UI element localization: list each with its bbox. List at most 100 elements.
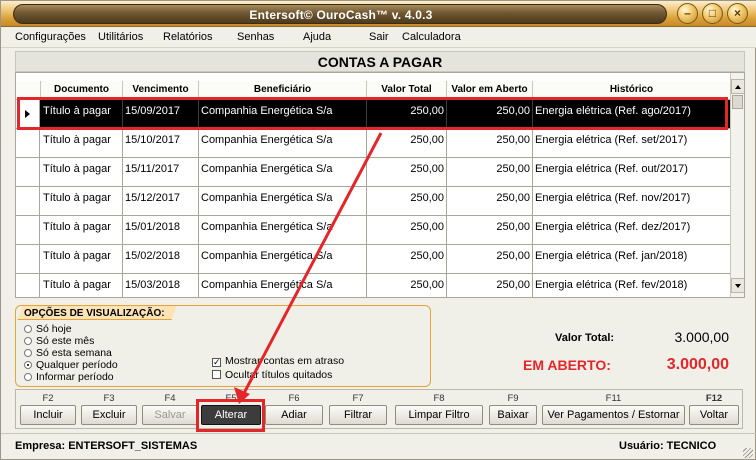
vencimento-cell: 15/09/2017: [123, 100, 199, 128]
table-row[interactable]: Título à pagar 15/03/2018 Companhia Energé…: [16, 274, 730, 297]
row-indicator[interactable]: [16, 100, 40, 128]
radio-icon: [24, 349, 32, 357]
scroll-down-icon[interactable]: [731, 278, 744, 293]
function-key-label: F4: [164, 393, 176, 404]
radio-so-este-mes[interactable]: Só este mês: [24, 335, 94, 347]
radio-so-hoje[interactable]: Só hoje: [24, 323, 72, 335]
documento-cell: Título à pagar: [41, 129, 123, 157]
menu-sair[interactable]: Sair: [369, 31, 389, 43]
historico-cell: Energia elétrica (Ref. fev/2018): [535, 279, 688, 291]
table-row[interactable]: Título à pagar 15/10/2017 Companhia Energé…: [16, 129, 730, 158]
documento-cell: Título à pagar: [41, 158, 123, 186]
adiar-button[interactable]: Adiar: [265, 405, 323, 425]
checkbox-mostrar-atraso[interactable]: ✓ Mostrar contas em atraso: [212, 355, 344, 367]
radio-icon: [24, 325, 32, 333]
maximize-button[interactable]: □: [702, 3, 723, 24]
options-title: OPÇÕES DE VISUALIZAÇÃO:: [24, 308, 165, 319]
table-row[interactable]: Título à pagar 15/11/2017 Companhia Energé…: [16, 158, 730, 187]
scroll-up-icon[interactable]: [731, 79, 744, 94]
radio-label: Qualquer período: [36, 359, 118, 371]
vencimento-cell: 15/01/2018: [123, 216, 199, 244]
radio-label: Só este mês: [36, 335, 95, 347]
function-key-label: F2: [42, 393, 54, 404]
vencimento-cell: 15/10/2017: [123, 129, 199, 157]
close-button[interactable]: ×: [727, 3, 748, 24]
radio-icon: [24, 337, 32, 345]
historico-cell: Energia elétrica (Ref. ago/2017): [535, 105, 691, 117]
documento-cell: Título à pagar: [41, 187, 123, 215]
table-row[interactable]: Título à pagar 15/12/2017 Companhia Energé…: [16, 187, 730, 216]
excluir-button[interactable]: Excluir: [81, 405, 137, 425]
minimize-button[interactable]: –: [677, 3, 698, 24]
menu-ajuda[interactable]: Ajuda: [303, 31, 331, 43]
minimize-icon: –: [684, 6, 691, 20]
app-window: Entersoft© OuroCash™ v. 4.0.3 – □ × Conf…: [0, 0, 756, 460]
current-row-icon: [25, 110, 30, 118]
total-label: Valor Total:: [555, 332, 615, 344]
valor-total-cell: 250,00: [367, 216, 447, 244]
menu-utilitarios[interactable]: Utilitários: [98, 31, 143, 43]
radio-informar-periodo[interactable]: Informar período: [24, 371, 114, 383]
close-icon: ×: [733, 6, 741, 20]
valor-total-cell: 250,00: [367, 129, 447, 157]
status-bar: Empresa: ENTERSOFT_SISTEMAS Usuário: TEC…: [1, 433, 756, 460]
row-indicator[interactable]: [16, 187, 40, 215]
incluir-button[interactable]: Incluir: [20, 405, 76, 425]
checkbox-label: Mostrar contas em atraso: [225, 355, 345, 367]
menu-configuracoes[interactable]: Configurações: [15, 31, 86, 43]
table-row[interactable]: Título à pagar 15/01/2018 Companhia Energé…: [16, 216, 730, 245]
function-key-label: F12: [705, 393, 723, 404]
valor-total-cell: 250,00: [367, 245, 447, 273]
row-indicator[interactable]: [16, 274, 40, 297]
vertical-scrollbar[interactable]: [730, 73, 744, 297]
row-indicator[interactable]: [16, 129, 40, 157]
col-valor-total[interactable]: Valor Total: [367, 81, 447, 99]
valor-aberto-cell: 250,00: [447, 100, 533, 128]
open-value: 3.000,00: [666, 356, 729, 373]
function-key-label: F8: [433, 393, 445, 404]
open-label: EM ABERTO:: [523, 357, 611, 373]
ver-pagamentos-estornar-button[interactable]: Ver Pagamentos / Estornar: [542, 405, 685, 425]
radio-label: Só esta semana: [36, 347, 112, 359]
user-status: Usuário: TECNICO: [619, 440, 717, 452]
row-indicator[interactable]: [16, 216, 40, 244]
beneficiario-cell: Companhia Energética S/a: [199, 158, 367, 186]
table-row[interactable]: Título à pagar 15/02/2018 Companhia Energé…: [16, 245, 730, 274]
radio-so-esta-semana[interactable]: Só esta semana: [24, 347, 112, 359]
beneficiario-cell: Companhia Energética S/a: [199, 100, 367, 128]
valor-total-cell: 250,00: [367, 100, 447, 128]
accounts-table: Documento Vencimento Beneficiário Valor …: [15, 72, 745, 298]
limpar-filtro-button[interactable]: Limpar Filtro: [395, 405, 483, 425]
row-indicator[interactable]: [16, 158, 40, 186]
row-indicator[interactable]: [16, 245, 40, 273]
scroll-thumb[interactable]: [732, 95, 743, 109]
checkbox-ocultar-quitados[interactable]: Ocultar títulos quitados: [212, 369, 332, 381]
salvar-button: Salvar: [142, 405, 198, 425]
documento-cell: Título à pagar: [41, 274, 123, 297]
function-key-label: F3: [103, 393, 115, 404]
valor-aberto-cell: 250,00: [447, 216, 533, 244]
voltar-button[interactable]: Voltar: [689, 405, 739, 425]
function-key-label: F7: [352, 393, 364, 404]
documento-cell: Título à pagar: [41, 100, 123, 128]
col-vencimento[interactable]: Vencimento: [123, 81, 199, 99]
beneficiario-cell: Companhia Energética S/a: [199, 274, 367, 297]
resize-grip-icon[interactable]: [743, 448, 753, 458]
col-historico[interactable]: Histórico: [533, 81, 730, 99]
menu-calculadora[interactable]: Calculadora: [402, 31, 461, 43]
valor-total-cell: 250,00: [367, 158, 447, 186]
col-documento[interactable]: Documento: [41, 81, 123, 99]
table-row[interactable]: Título à pagar 15/09/2017 Companhia Energé…: [16, 100, 730, 129]
function-key-label: F11: [605, 393, 622, 404]
historico-cell: Energia elétrica (Ref. set/2017): [535, 134, 688, 146]
col-valor-em-aberto[interactable]: Valor em Aberto: [447, 81, 533, 99]
filtrar-button[interactable]: Filtrar: [329, 405, 387, 425]
radio-selected-icon: [24, 361, 32, 369]
menu-relatorios[interactable]: Relatórios: [163, 31, 213, 43]
documento-cell: Título à pagar: [41, 245, 123, 273]
baixar-button[interactable]: Baixar: [489, 405, 537, 425]
indicator-header: [16, 81, 41, 99]
menu-senhas[interactable]: Senhas: [237, 31, 274, 43]
radio-qualquer-periodo[interactable]: Qualquer período: [24, 359, 118, 371]
col-beneficiario[interactable]: Beneficiário: [199, 81, 367, 99]
